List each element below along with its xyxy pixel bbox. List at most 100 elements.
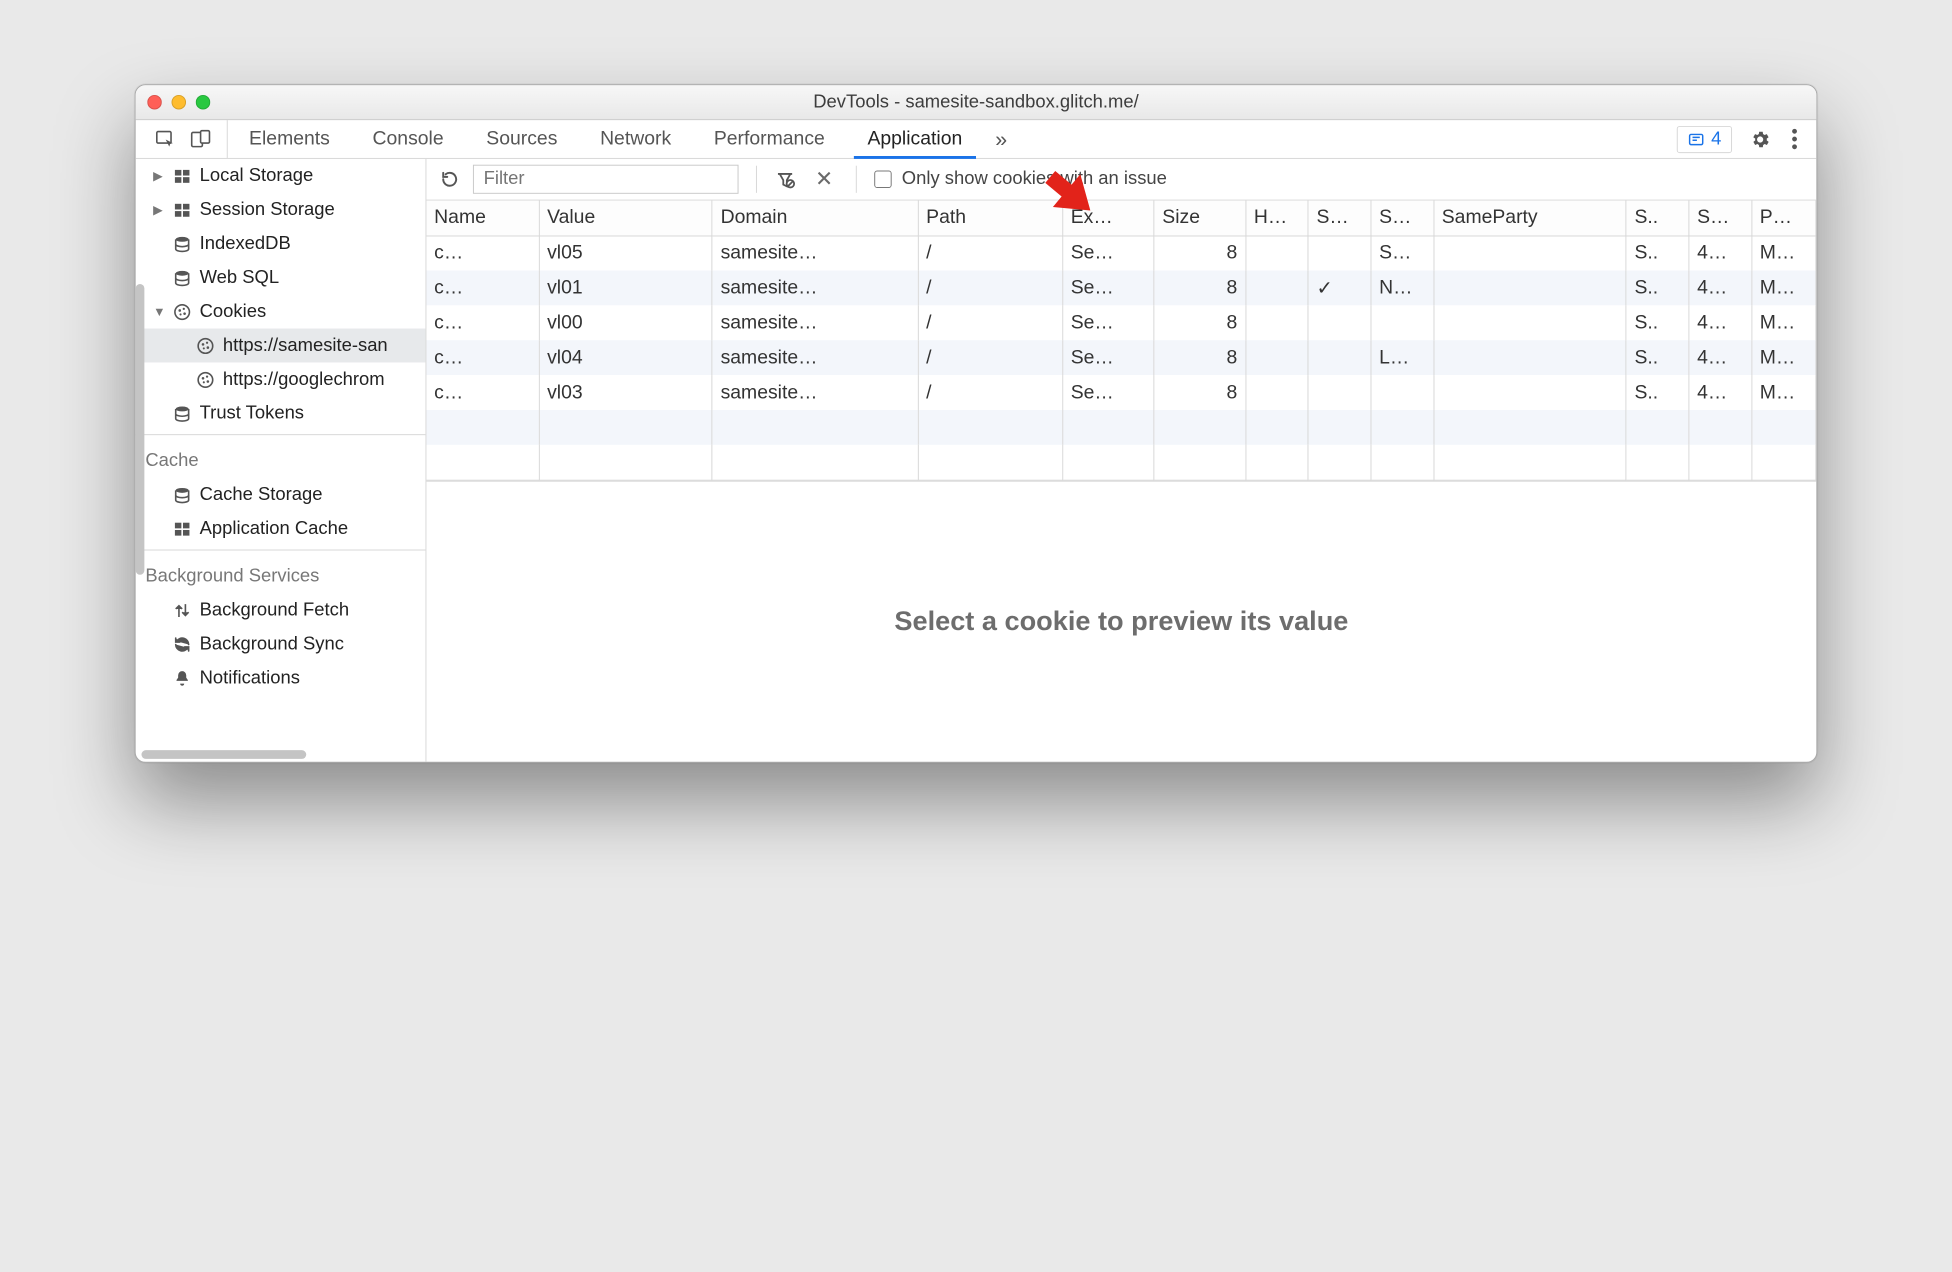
column-header[interactable]: Size bbox=[1154, 201, 1246, 236]
cell-value: vl04 bbox=[539, 340, 712, 375]
column-header[interactable]: S.. bbox=[1626, 201, 1689, 236]
cell-p: M… bbox=[1752, 375, 1816, 410]
cookie-icon bbox=[196, 370, 215, 389]
column-header[interactable]: P… bbox=[1752, 201, 1816, 236]
column-header[interactable]: Ex… bbox=[1062, 201, 1154, 236]
cell-ex: Se… bbox=[1062, 305, 1154, 340]
cell-s2: S… bbox=[1371, 235, 1434, 270]
table-row[interactable]: c…vl00samesite…/Se…8S..4…M… bbox=[426, 305, 1815, 340]
column-header[interactable]: H… bbox=[1246, 201, 1309, 236]
sidebar-item-local-storage[interactable]: ▶Local Storage bbox=[136, 159, 426, 193]
window-title: DevTools - samesite-sandbox.glitch.me/ bbox=[813, 92, 1138, 113]
sidebar-item-label: Cache Storage bbox=[200, 484, 323, 505]
column-header[interactable]: Path bbox=[918, 201, 1063, 236]
cell-s1: ✓ bbox=[1308, 270, 1371, 305]
clear-filter-icon[interactable] bbox=[774, 169, 795, 190]
sidebar-item-label: Application Cache bbox=[200, 518, 348, 539]
table-row[interactable]: c…vl05samesite…/Se…8S…S..4…M… bbox=[426, 235, 1815, 270]
tab-console[interactable]: Console bbox=[351, 120, 465, 158]
settings-gear-icon[interactable] bbox=[1749, 128, 1770, 149]
more-options-button[interactable] bbox=[1788, 125, 1801, 153]
sidebar-item-notifications[interactable]: Notifications bbox=[136, 661, 426, 695]
zoom-window-button[interactable] bbox=[196, 95, 211, 110]
cell-path: / bbox=[918, 375, 1063, 410]
tab-network[interactable]: Network bbox=[579, 120, 693, 158]
cell-s2: L… bbox=[1371, 340, 1434, 375]
sidebar-item-label: Background Sync bbox=[200, 633, 344, 654]
db-icon bbox=[172, 268, 191, 287]
inspect-element-icon[interactable] bbox=[155, 128, 176, 149]
minimize-window-button[interactable] bbox=[172, 95, 187, 110]
cell-sx: S.. bbox=[1626, 270, 1689, 305]
cell-name: c… bbox=[426, 305, 538, 340]
tab-sources[interactable]: Sources bbox=[465, 120, 579, 158]
sidebar-section-background-services: Background Services bbox=[136, 554, 426, 593]
table-row[interactable]: c…vl04samesite…/Se…8L…S..4…M… bbox=[426, 340, 1815, 375]
cell-path: / bbox=[918, 340, 1063, 375]
cell-sx: S.. bbox=[1626, 305, 1689, 340]
column-header[interactable]: S… bbox=[1308, 201, 1371, 236]
sidebar-item-background-fetch[interactable]: Background Fetch bbox=[136, 593, 426, 627]
tab-performance[interactable]: Performance bbox=[692, 120, 846, 158]
sidebar-item-cache-storage[interactable]: Cache Storage bbox=[136, 478, 426, 512]
table-row[interactable]: c…vl03samesite…/Se…8S..4…M… bbox=[426, 375, 1815, 410]
tab-label: Elements bbox=[249, 128, 330, 150]
cell-value: vl05 bbox=[539, 235, 712, 270]
cell-s1 bbox=[1308, 305, 1371, 340]
column-header[interactable]: Name bbox=[426, 201, 538, 236]
sidebar-cookie-origin[interactable]: https://samesite-san bbox=[136, 329, 426, 363]
cell-s2 bbox=[1371, 305, 1434, 340]
grid-icon bbox=[172, 519, 191, 538]
refresh-icon[interactable] bbox=[440, 170, 459, 189]
sidebar-cookie-origin[interactable]: https://googlechrom bbox=[136, 362, 426, 396]
clear-all-icon[interactable]: ✕ bbox=[809, 167, 839, 192]
sidebar-item-background-sync[interactable]: Background Sync bbox=[136, 627, 426, 661]
cell-h bbox=[1246, 375, 1309, 410]
sidebar-item-cookies[interactable]: ▼Cookies bbox=[136, 295, 426, 329]
cell-value: vl03 bbox=[539, 375, 712, 410]
sidebar-item-web-sql[interactable]: Web SQL bbox=[136, 261, 426, 295]
tab-label: Application bbox=[867, 128, 962, 150]
filter-input[interactable] bbox=[473, 165, 739, 194]
sidebar-item-application-cache[interactable]: Application Cache bbox=[136, 512, 426, 546]
cell-name: c… bbox=[426, 375, 538, 410]
cell-name: c… bbox=[426, 270, 538, 305]
tab-elements[interactable]: Elements bbox=[228, 120, 351, 158]
expander-icon: ▶ bbox=[153, 202, 165, 218]
expander-icon: ▶ bbox=[153, 168, 165, 184]
column-header[interactable]: Value bbox=[539, 201, 712, 236]
table-row[interactable]: c…vl01samesite…/Se…8✓N…S..4…M… bbox=[426, 270, 1815, 305]
column-header[interactable]: S… bbox=[1371, 201, 1434, 236]
issues-badge[interactable]: 4 bbox=[1677, 125, 1732, 152]
cell-s1 bbox=[1308, 375, 1371, 410]
cell-sameparty bbox=[1433, 305, 1626, 340]
table-row-empty bbox=[426, 445, 1815, 480]
sidebar-vertical-scrollbar[interactable] bbox=[136, 284, 145, 575]
sidebar-item-trust-tokens[interactable]: Trust Tokens bbox=[136, 396, 426, 430]
only-issues-checkbox[interactable]: Only show cookies with an issue bbox=[875, 169, 1167, 190]
cell-ex: Se… bbox=[1062, 340, 1154, 375]
tab-application[interactable]: Application bbox=[846, 120, 983, 158]
close-window-button[interactable] bbox=[147, 95, 162, 110]
sidebar-item-session-storage[interactable]: ▶Session Storage bbox=[136, 193, 426, 227]
cell-size: 8 bbox=[1154, 270, 1246, 305]
sync-icon bbox=[172, 634, 191, 653]
device-toolbar-icon[interactable] bbox=[190, 128, 211, 149]
application-sidebar: ▶Local Storage▶Session StorageIndexedDBW… bbox=[136, 159, 427, 762]
cell-s2: N… bbox=[1371, 270, 1434, 305]
column-header[interactable]: SameParty bbox=[1433, 201, 1626, 236]
only-issues-label: Only show cookies with an issue bbox=[902, 169, 1167, 190]
more-tabs-button[interactable]: » bbox=[984, 120, 1019, 158]
column-header[interactable]: Domain bbox=[712, 201, 918, 236]
sidebar-item-label: Notifications bbox=[200, 667, 300, 688]
tab-label: Console bbox=[373, 128, 444, 150]
sidebar-horizontal-scrollbar[interactable] bbox=[141, 750, 306, 759]
cell-p: M… bbox=[1752, 340, 1816, 375]
cell-s2 bbox=[1371, 375, 1434, 410]
grid-icon bbox=[172, 166, 191, 185]
column-header[interactable]: S… bbox=[1689, 201, 1752, 236]
tab-label: Performance bbox=[714, 128, 825, 150]
sidebar-item-indexeddb[interactable]: IndexedDB bbox=[136, 227, 426, 261]
updown-icon bbox=[172, 600, 191, 619]
sidebar-item-label: Trust Tokens bbox=[200, 403, 304, 424]
